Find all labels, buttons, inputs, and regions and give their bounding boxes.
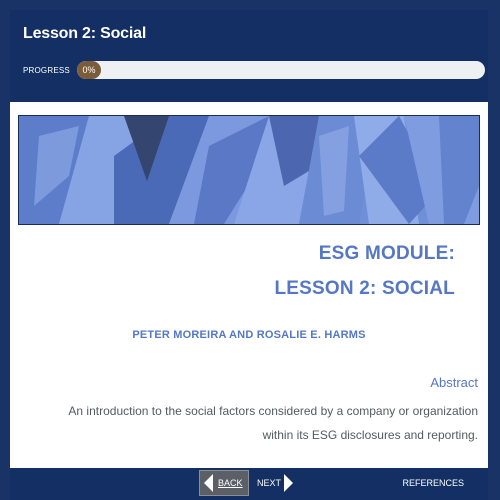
progress-fill: 0% bbox=[77, 61, 101, 79]
next-label: NEXT bbox=[257, 478, 282, 488]
abstract-heading: Abstract bbox=[430, 375, 478, 390]
next-button[interactable]: NEXT bbox=[255, 470, 297, 496]
arrow-right-icon bbox=[284, 474, 293, 492]
progress-label: PROGRESS bbox=[23, 66, 70, 75]
lesson-header: Lesson 2: Social PROGRESS 0% bbox=[10, 10, 488, 102]
references-button[interactable]: REFERENCES bbox=[402, 478, 464, 488]
lesson-title: Lesson 2: Social bbox=[23, 25, 147, 42]
slide-content: ESG MODULE: LESSON 2: SOCIAL PETER MOREI… bbox=[10, 102, 488, 468]
authors: PETER MOREIRA AND ROSALIE E. HARMS bbox=[132, 329, 366, 341]
back-label: BACK bbox=[218, 478, 243, 488]
arrow-left-icon bbox=[204, 474, 213, 492]
progress-bar: 0% bbox=[77, 61, 485, 79]
back-button[interactable]: BACK bbox=[199, 470, 249, 496]
lesson-subtitle: LESSON 2: SOCIAL bbox=[274, 278, 455, 299]
abstract-architecture-graphic bbox=[19, 116, 479, 224]
abstract-text: An introduction to the social factors co… bbox=[68, 404, 478, 442]
navigation-footer: BACK NEXT REFERENCES bbox=[10, 468, 488, 500]
course-player: Lesson 2: Social PROGRESS 0% ESG MODULE:… bbox=[0, 0, 500, 500]
banner-image bbox=[18, 115, 480, 225]
module-title: ESG MODULE: bbox=[318, 243, 455, 264]
